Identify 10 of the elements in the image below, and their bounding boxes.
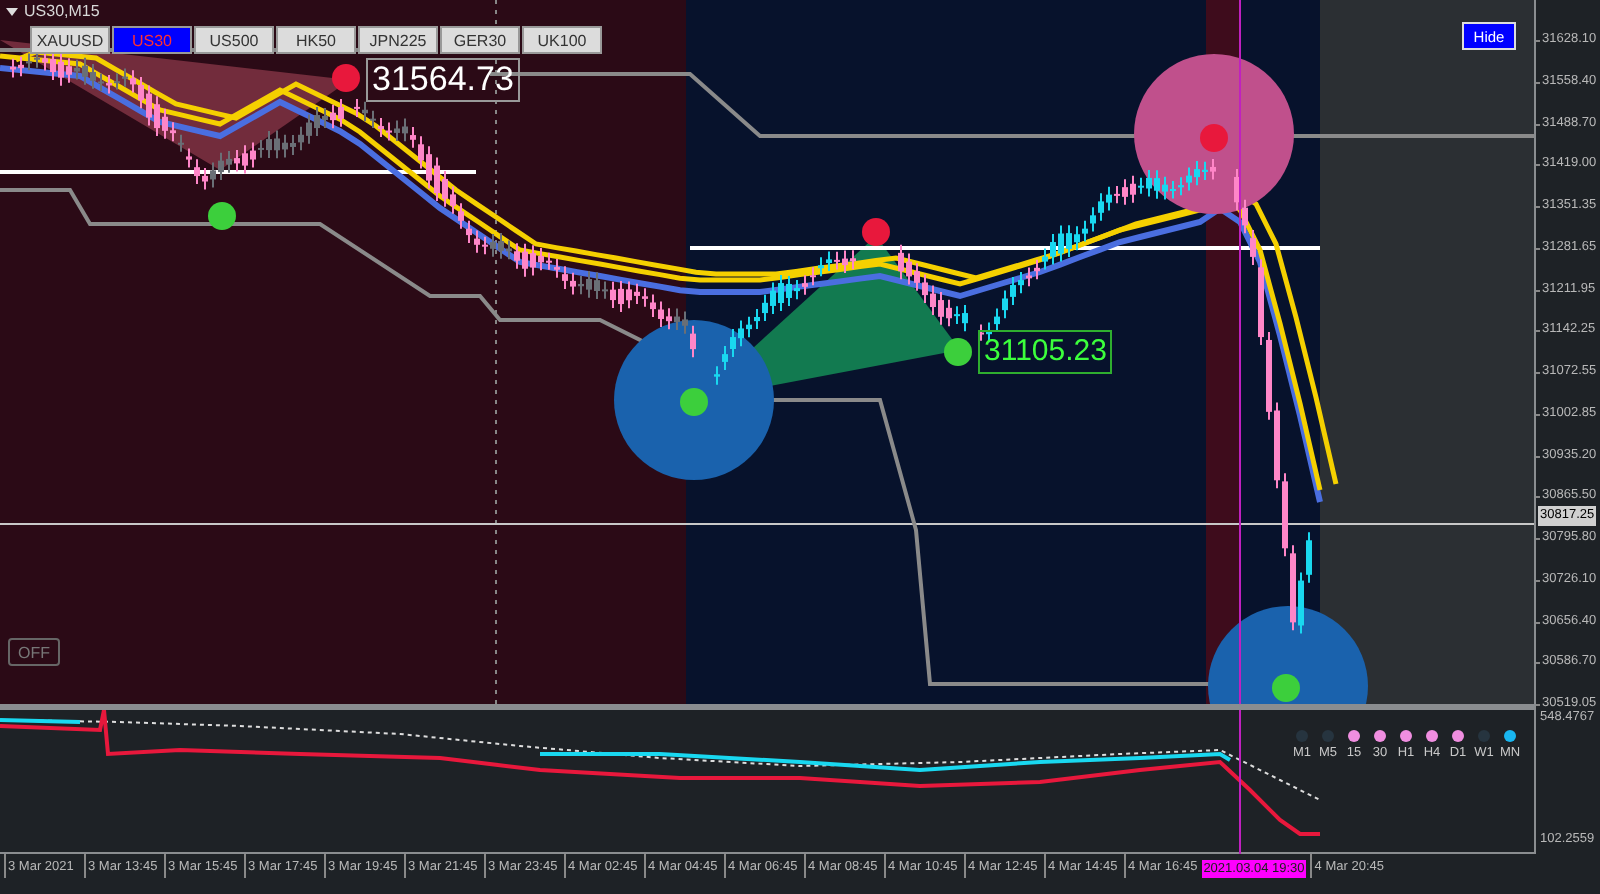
symbol-button[interactable]: JPN225 — [358, 26, 438, 54]
price-label: 31105.23 — [978, 330, 1113, 374]
price-label: 31564.73 — [366, 58, 520, 102]
symbol-button[interactable]: UK100 — [522, 26, 602, 54]
chart-title: US30,M15 — [24, 2, 100, 20]
symbol-button[interactable]: XAUUSD — [30, 26, 110, 54]
symbol-button[interactable]: GER30 — [440, 26, 520, 54]
symbol-button[interactable]: HK50 — [276, 26, 356, 54]
off-button[interactable]: OFF — [8, 638, 60, 666]
symbol-button[interactable]: US500 — [194, 26, 274, 54]
